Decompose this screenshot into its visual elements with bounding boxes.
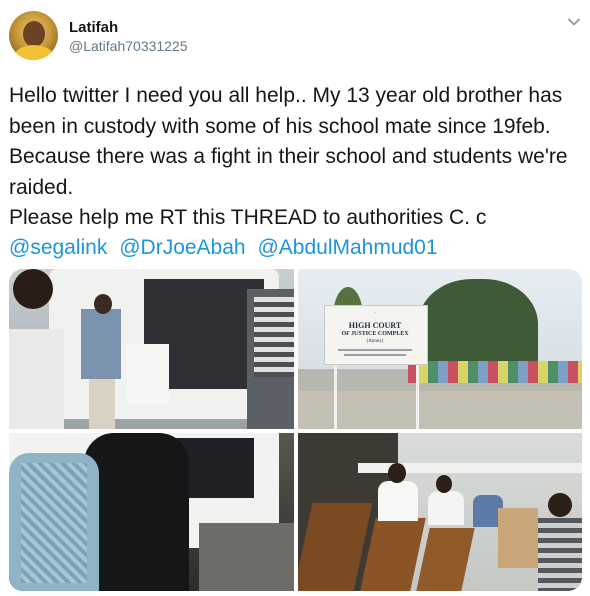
sign-line-3: (Annex) bbox=[366, 339, 384, 344]
sign-line-1: HIGH COURT bbox=[348, 321, 402, 330]
avatar-face bbox=[23, 21, 45, 47]
user-handle[interactable]: @Latifah70331225 bbox=[69, 38, 188, 54]
photo-bus-boarding[interactable] bbox=[9, 269, 294, 429]
tweet-text: Hello twitter I need you all help.. My 1… bbox=[9, 84, 568, 229]
photo-high-court-sign[interactable]: • HIGH COURT OF JUSTICE COMPLEX (Annex) bbox=[298, 269, 582, 429]
mention-link[interactable]: @segalink bbox=[9, 236, 107, 259]
photo-courtroom[interactable] bbox=[298, 433, 582, 591]
user-name[interactable]: Latifah bbox=[69, 19, 118, 36]
avatar[interactable] bbox=[9, 11, 58, 60]
mention-link[interactable]: @DrJoeAbah bbox=[119, 236, 245, 259]
chevron-down-icon[interactable] bbox=[566, 14, 582, 30]
tweet-mentions: @segalink @DrJoeAbah @AbdulMahmud01 bbox=[9, 233, 444, 263]
media-grid: • HIGH COURT OF JUSTICE COMPLEX (Annex) bbox=[9, 269, 582, 591]
avatar-shirt bbox=[14, 45, 54, 60]
sign-line-2: OF JUSTICE COMPLEX bbox=[341, 331, 409, 337]
photo-walking-to-bus[interactable] bbox=[9, 433, 294, 591]
mention-link[interactable]: @AbdulMahmud01 bbox=[257, 236, 437, 259]
tweet-card: Latifah @Latifah70331225 Hello twitter I… bbox=[0, 0, 590, 596]
